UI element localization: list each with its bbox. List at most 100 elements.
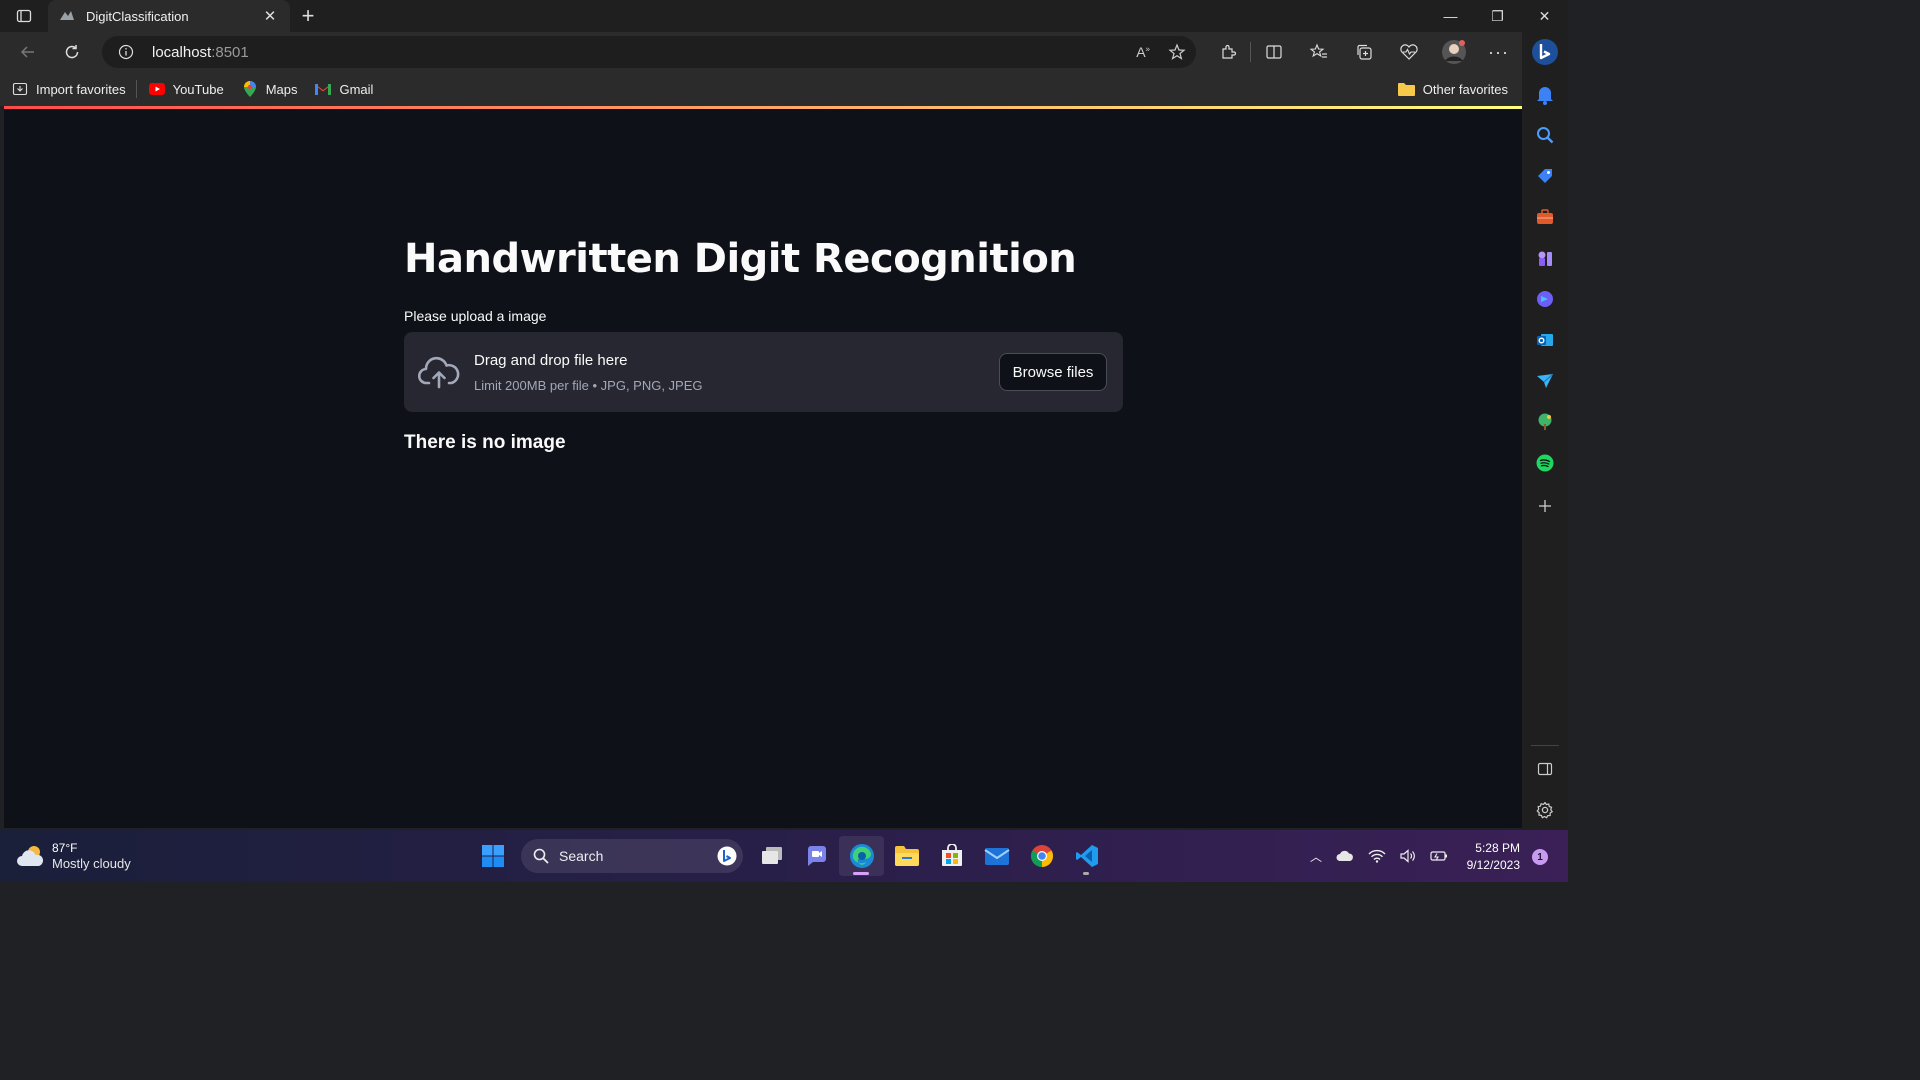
vscode-icon xyxy=(1075,845,1098,867)
weather-widget[interactable]: 87°F Mostly cloudy xyxy=(16,840,131,872)
outlook-icon[interactable] xyxy=(1533,328,1557,352)
upload-label: Please upload a image xyxy=(404,308,547,324)
file-explorer-button[interactable] xyxy=(884,836,929,876)
bookmarks-bar: Import favorites YouTube Maps Gmail Othe… xyxy=(0,72,1522,106)
favorite-star-icon[interactable] xyxy=(1168,43,1186,61)
folder-icon xyxy=(1397,82,1415,96)
mail-envelope-icon xyxy=(983,848,1010,865)
edge-taskbar-button[interactable] xyxy=(839,836,884,876)
clock-date: 9/12/2023 xyxy=(1466,858,1520,872)
task-view-button[interactable] xyxy=(749,836,794,876)
weather-condition: Mostly cloudy xyxy=(52,856,131,871)
tab-close-icon[interactable]: ✕ xyxy=(260,7,280,25)
minimize-icon[interactable]: — xyxy=(1427,0,1474,32)
bookmark-label: Maps xyxy=(265,81,298,97)
maps-icon xyxy=(242,81,258,97)
collections-icon[interactable] xyxy=(1341,32,1386,72)
gmail-icon xyxy=(315,81,332,97)
url-port: :8501 xyxy=(211,43,249,61)
bookmark-youtube[interactable]: YouTube xyxy=(148,81,224,97)
bookmark-maps[interactable]: Maps xyxy=(242,81,298,97)
file-dropzone[interactable]: Drag and drop file here Limit 200MB per … xyxy=(404,332,1123,412)
browser-essentials-icon[interactable] xyxy=(1386,32,1431,72)
bing-search-icon xyxy=(717,846,737,866)
youtube-icon xyxy=(148,81,165,97)
tab-actions-icon xyxy=(16,9,32,23)
search-placeholder: Search xyxy=(559,848,604,864)
notification-badge[interactable]: 1 xyxy=(1532,849,1548,865)
browser-tab-active[interactable]: DigitClassification ✕ xyxy=(48,0,290,32)
microsoft-store-icon xyxy=(941,844,962,866)
profile-avatar[interactable] xyxy=(1431,32,1476,72)
taskbar-clock[interactable]: 5:28 PM 9/12/2023 xyxy=(1467,840,1520,874)
refresh-icon xyxy=(65,45,79,59)
bookmark-label: YouTube xyxy=(172,81,224,97)
favorites-icon[interactable] xyxy=(1296,32,1341,72)
tab-actions-button[interactable] xyxy=(0,0,48,32)
main-container: Handwritten Digit Recognition Please upl… xyxy=(404,236,1124,454)
bookmark-import-favorites[interactable]: Import favorites xyxy=(12,81,126,97)
windows-logo-icon xyxy=(481,845,504,867)
other-favorites-folder[interactable]: Other favorites xyxy=(1397,72,1508,106)
start-button[interactable] xyxy=(470,836,515,876)
edge-sidebar xyxy=(1522,32,1568,830)
file-explorer-icon xyxy=(894,846,919,866)
microsoft-store-button[interactable] xyxy=(929,836,974,876)
microsoft365-icon[interactable] xyxy=(1533,287,1557,311)
read-aloud-icon[interactable]: A» xyxy=(1136,44,1150,60)
add-sidebar-app-icon[interactable] xyxy=(1533,494,1557,518)
bookmark-label: Import favorites xyxy=(36,81,126,97)
tab-favicon-icon xyxy=(60,11,74,20)
bing-copilot-icon[interactable] xyxy=(1531,38,1559,66)
search-icon[interactable] xyxy=(1533,123,1557,147)
restore-icon[interactable]: ❐ xyxy=(1474,0,1521,32)
address-bar[interactable]: localhost:8501 A» xyxy=(102,36,1196,68)
spotify-icon[interactable] xyxy=(1533,451,1557,475)
streamlit-decoration-bar xyxy=(4,106,1522,109)
back-arrow-icon xyxy=(20,46,34,58)
browse-files-button[interactable]: Browse files xyxy=(999,353,1107,391)
games-icon[interactable] xyxy=(1533,246,1557,270)
battery-charging-icon[interactable] xyxy=(1430,850,1448,862)
site-info-icon[interactable] xyxy=(112,44,140,60)
show-hidden-icons-chevron-icon[interactable]: ︿ xyxy=(1310,848,1322,865)
chrome-button[interactable] xyxy=(1019,836,1064,876)
refresh-button[interactable] xyxy=(50,34,94,70)
onedrive-cloud-icon[interactable] xyxy=(1336,850,1354,862)
windows-taskbar: 87°F Mostly cloudy Search ︿ 5:28 PM 9/12… xyxy=(0,830,1568,882)
hide-sidebar-icon[interactable] xyxy=(1533,757,1557,781)
taskbar-search[interactable]: Search xyxy=(521,839,743,873)
wifi-icon[interactable] xyxy=(1368,849,1386,863)
task-view-icon xyxy=(761,847,782,864)
tab-title: DigitClassification xyxy=(86,8,189,24)
teams-chat-button[interactable] xyxy=(794,836,839,876)
system-tray: ︿ xyxy=(1310,830,1448,882)
bookmark-gmail[interactable]: Gmail xyxy=(315,81,373,97)
back-button[interactable] xyxy=(6,34,50,70)
browser-titlebar: DigitClassification ✕ + — ❐ ✕ xyxy=(0,0,1568,32)
cloudy-weather-icon xyxy=(17,846,44,866)
tree-icon[interactable] xyxy=(1533,410,1557,434)
extensions-icon[interactable] xyxy=(1205,32,1250,72)
cloud-upload-icon xyxy=(418,356,460,389)
mail-button[interactable] xyxy=(974,836,1019,876)
edge-browser-icon xyxy=(849,844,874,868)
split-screen-icon[interactable] xyxy=(1251,32,1296,72)
send-drop-icon[interactable] xyxy=(1533,369,1557,393)
url-text[interactable]: localhost:8501 xyxy=(152,44,249,61)
dropzone-limit-text: Limit 200MB per file • JPG, PNG, JPEG xyxy=(474,378,703,393)
tools-briefcase-icon[interactable] xyxy=(1533,205,1557,229)
shopping-tag-icon[interactable] xyxy=(1533,164,1557,188)
no-image-message: There is no image xyxy=(404,432,566,453)
chrome-icon xyxy=(1030,845,1053,867)
sidebar-settings-gear-icon[interactable] xyxy=(1533,798,1557,822)
vscode-button[interactable] xyxy=(1064,836,1109,876)
close-window-icon[interactable]: ✕ xyxy=(1521,0,1568,32)
sidebar-divider xyxy=(1531,745,1559,746)
notification-bell-icon[interactable] xyxy=(1533,83,1557,107)
bookmark-label: Gmail xyxy=(339,81,374,97)
more-options-icon[interactable]: ··· xyxy=(1476,32,1521,72)
new-tab-button[interactable]: + xyxy=(290,3,326,29)
bookmark-divider xyxy=(135,80,137,98)
volume-icon[interactable] xyxy=(1400,849,1416,863)
